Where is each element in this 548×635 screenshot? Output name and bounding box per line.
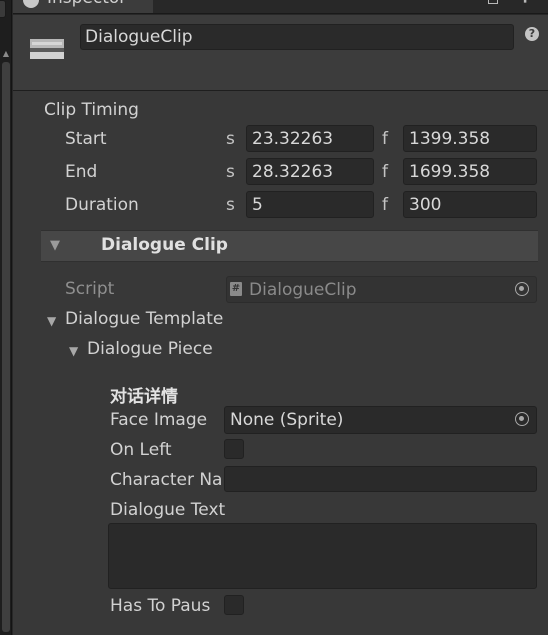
foldout-arrow-icon[interactable]: ▼ [50,238,60,253]
tab-title[interactable]: Inspector [47,0,126,8]
script-file-icon: # [230,282,242,296]
dialogue-text-label: Dialogue Text [110,500,226,520]
duration-frames-field[interactable]: 300 [403,191,537,218]
section-title: Dialogue Clip [101,235,228,255]
object-name-field[interactable]: DialogueClip [80,24,514,50]
dialogue-text-area[interactable] [108,523,537,589]
end-frames-unit: f [382,162,388,182]
end-frames-field[interactable]: 1699.358 [403,158,537,185]
on-left-checkbox[interactable] [224,439,244,459]
left-panel-tab-stub[interactable] [0,0,6,18]
maximize-icon[interactable] [488,0,498,4]
duration-label: Duration [65,195,139,215]
character-name-field[interactable] [224,466,537,492]
scroll-up-arrow-icon[interactable]: ▲ [1,50,11,58]
left-scrollbar[interactable] [2,62,10,632]
has-to-pause-label-clip: Has To Paus [110,596,224,616]
clip-timing-heading: Clip Timing [44,100,139,120]
more-menu-icon[interactable]: ⋮ [518,0,532,6]
character-name-label-clip: Character Na [110,470,224,490]
start-label: Start [65,129,107,149]
face-image-field[interactable]: None (Sprite) [224,406,537,434]
script-label: Script [65,279,115,299]
duration-frames-unit: f [382,195,388,215]
start-frames-field[interactable]: 1399.358 [403,125,537,152]
face-image-label: Face Image [110,410,208,430]
on-left-label: On Left [110,440,172,460]
duration-seconds-unit: s [226,195,235,215]
dialogue-details-header: 对话详情 [110,387,178,407]
dialogue-template-label[interactable]: Dialogue Template [65,309,223,329]
end-seconds-field[interactable]: 28.32263 [246,158,374,185]
object-picker-icon[interactable] [515,412,529,426]
character-name-label: Character Na [110,470,223,490]
timeline-clip-icon [30,33,66,61]
start-seconds-unit: s [226,129,235,149]
end-seconds-unit: s [226,162,235,182]
foldout-arrow-icon[interactable]: ▼ [47,314,56,328]
start-seconds-field[interactable]: 23.32263 [246,125,374,152]
foldout-arrow-icon[interactable]: ▼ [69,344,78,358]
end-label: End [65,162,98,182]
start-frames-unit: f [382,129,388,149]
has-to-pause-checkbox[interactable] [224,595,244,615]
has-to-pause-label: Has To Paus [110,596,211,616]
dialogue-piece-label[interactable]: Dialogue Piece [87,339,213,359]
object-picker-icon [515,282,529,296]
window-tab-bar: Inspector ⋮ [13,0,548,14]
script-field: DialogueClip [226,276,537,303]
duration-seconds-field[interactable]: 5 [246,191,374,218]
help-icon[interactable]: ? [525,27,539,41]
